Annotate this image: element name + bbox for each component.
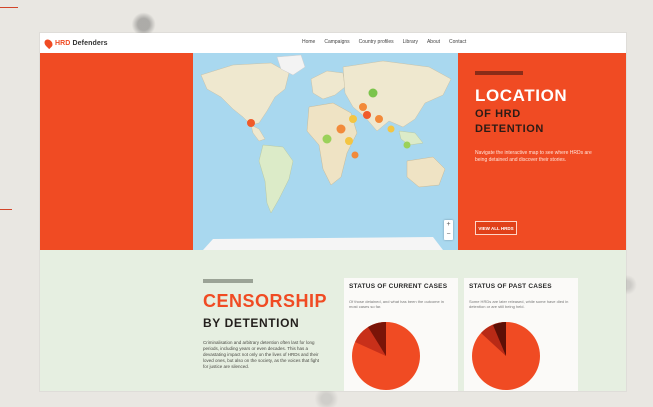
navbar: HRD Defenders Home Campaigns Country pro… xyxy=(40,33,626,53)
nav-item-country-profiles[interactable]: Country profiles xyxy=(359,39,394,45)
past-cases-pie xyxy=(472,322,540,390)
map-marker xyxy=(345,137,353,145)
hero-section: + − LOCATION OF HRD DETENTION Navigate th… xyxy=(40,53,626,250)
zoom-out-icon[interactable]: − xyxy=(444,230,453,240)
hero-description: Navigate the interactive map to see wher… xyxy=(475,150,592,163)
map-marker xyxy=(336,124,346,134)
red-rule-top xyxy=(0,7,18,8)
hero-text-panel: LOCATION OF HRD DETENTION Navigate the i… xyxy=(458,53,626,250)
landmass-europe xyxy=(310,70,346,100)
past-cases-description: Some HRDs are later released, while some… xyxy=(469,299,569,310)
map-marker xyxy=(247,119,255,127)
censorship-description: Criminalisation and arbitrary detention … xyxy=(203,340,319,369)
landmass-asia xyxy=(342,60,452,132)
nav-item-home[interactable]: Home xyxy=(302,39,315,45)
map-marker xyxy=(359,103,367,111)
zoom-in-icon[interactable]: + xyxy=(444,220,453,230)
nav-menu: Home Campaigns Country profiles Library … xyxy=(302,39,466,45)
current-cases-title: STATUS OF CURRENT CASES xyxy=(349,283,448,290)
map-marker xyxy=(375,115,383,123)
landmass-north-america xyxy=(200,62,290,126)
map-marker xyxy=(387,125,395,133)
logo-text: HRD Defenders xyxy=(55,39,108,47)
censorship-section: CENSORSHIP BY DETENTION Criminalisation … xyxy=(40,250,626,391)
location-pin-icon xyxy=(42,37,55,49)
current-cases-pie xyxy=(352,321,420,390)
hero-title: LOCATION xyxy=(475,86,568,105)
landmass-south-america xyxy=(258,144,294,214)
map-graphic xyxy=(200,54,452,250)
site-logo[interactable]: HRD Defenders xyxy=(42,37,108,49)
past-cases-card: STATUS OF PAST CASES Some HRDs are later… xyxy=(464,278,578,391)
map-marker xyxy=(349,115,357,123)
hero-subtitle: OF HRD DETENTION xyxy=(475,108,544,135)
current-cases-card: STATUS OF CURRENT CASES Of those detaine… xyxy=(344,278,458,391)
censorship-title: CENSORSHIP xyxy=(203,291,328,311)
red-rule-mid xyxy=(0,209,12,210)
map-zoom-control[interactable]: + − xyxy=(444,220,453,240)
landmass-southeast-asia xyxy=(398,130,424,146)
accent-bar xyxy=(475,71,523,75)
current-cases-description: Of those detained, and what has been the… xyxy=(349,299,444,310)
map-marker xyxy=(363,111,371,119)
accent-bar xyxy=(203,279,253,283)
map-marker xyxy=(368,88,378,98)
map-marker xyxy=(322,134,332,144)
website-screenshot: HRD Defenders Home Campaigns Country pro… xyxy=(40,33,626,391)
nav-item-library[interactable]: Library xyxy=(403,39,418,45)
view-all-button[interactable]: VIEW ALL HRDS xyxy=(475,221,517,235)
landmass-australia xyxy=(406,156,446,188)
world-map[interactable]: + − xyxy=(193,53,458,250)
censorship-subtitle: BY DETENTION xyxy=(203,316,300,330)
map-marker xyxy=(403,141,411,149)
past-cases-title: STATUS OF PAST CASES xyxy=(469,283,552,290)
landmass-central-america xyxy=(250,124,266,142)
nav-item-contact[interactable]: Contact xyxy=(449,39,466,45)
map-marker xyxy=(351,151,359,159)
nav-item-campaigns[interactable]: Campaigns xyxy=(324,39,349,45)
nav-item-about[interactable]: About xyxy=(427,39,440,45)
landmass-antarctica xyxy=(203,237,443,250)
